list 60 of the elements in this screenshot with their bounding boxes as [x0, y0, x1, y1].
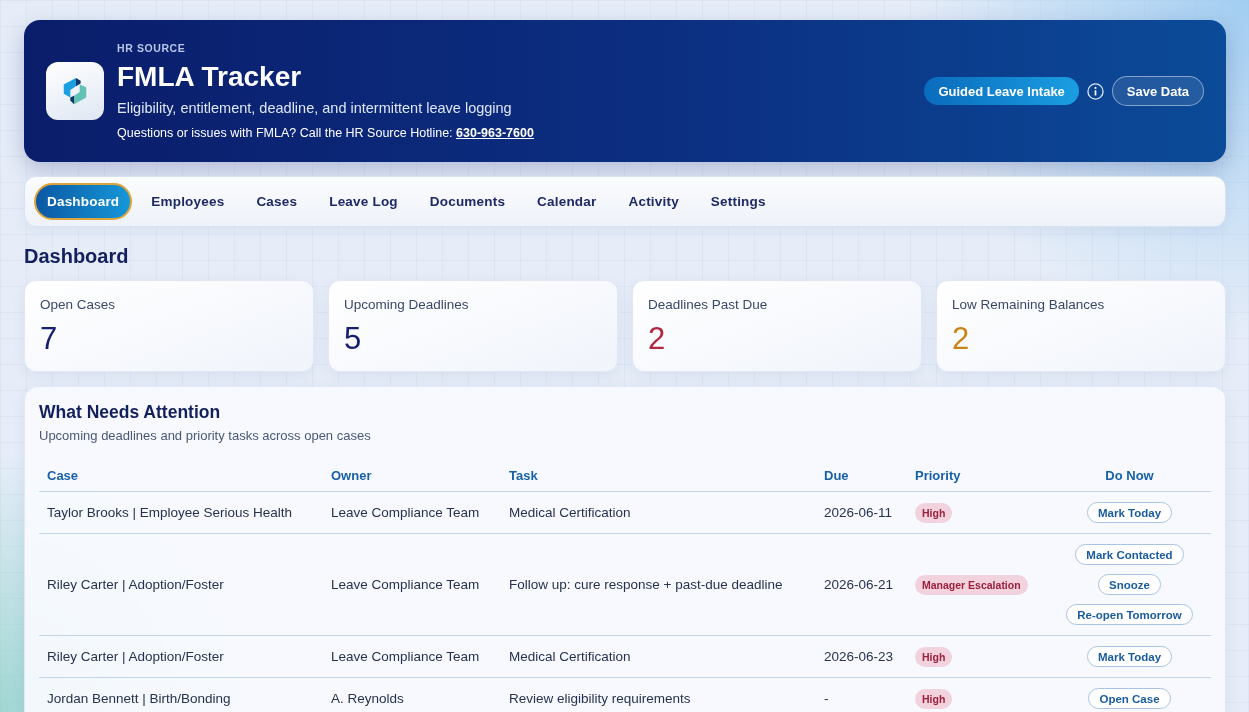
stat-label: Upcoming Deadlines	[344, 296, 470, 314]
column-header: Task	[509, 467, 538, 483]
stat-value: 2	[952, 321, 971, 357]
nav-tab[interactable]: Documents	[416, 183, 519, 220]
logo-icon	[46, 62, 104, 120]
table-cell: 2026-06-23	[824, 649, 894, 664]
nav-tab[interactable]: Calendar	[524, 183, 610, 220]
stat-label: Deadlines Past Due	[648, 296, 769, 314]
info-icon[interactable]	[1086, 82, 1104, 100]
table-cell: Taylor Brooks | Employee Serious Health	[47, 505, 293, 520]
save-button[interactable]: Save Data	[1111, 76, 1204, 106]
table-cell: Review eligibility requirements	[509, 691, 691, 706]
priority-badge: Manager Escalation	[915, 574, 1028, 595]
panel-title: What Needs Attention	[39, 401, 222, 423]
action-button[interactable]: Mark Today	[1086, 646, 1173, 667]
action-button[interactable]: Mark Contacted	[1075, 544, 1184, 565]
table-cell: Riley Carter | Adoption/Foster	[47, 649, 224, 664]
app-title: FMLA Tracker	[117, 59, 302, 94]
table-cell: Medical Certification	[509, 649, 631, 664]
nav-tab[interactable]: Cases	[243, 183, 311, 220]
column-header: Priority	[915, 467, 961, 483]
page-title: Dashboard	[24, 244, 130, 268]
table-cell: -	[824, 691, 829, 706]
action-button[interactable]: Open Case	[1088, 688, 1171, 709]
table-cell: Leave Compliance Team	[331, 577, 480, 592]
nav-tab[interactable]: Activity	[615, 183, 692, 220]
guided-intake-button[interactable]: Guided Leave Intake	[924, 77, 1079, 105]
table-cell: Leave Compliance Team	[331, 505, 480, 520]
nav-tab[interactable]: Dashboard	[34, 183, 133, 220]
column-header: Due	[824, 467, 849, 483]
table-cell: 2026-06-21	[824, 577, 894, 592]
stat-value: 7	[40, 321, 59, 357]
column-header: Do Now	[1105, 467, 1154, 483]
table-cell: Jordan Bennett | Birth/Bonding	[47, 691, 231, 706]
table-cell: Medical Certification	[509, 505, 631, 520]
hotline-text: Questions or issues with FMLA? Call the HR Source Hotline: 630-963-7600	[117, 124, 534, 142]
nav-tab[interactable]: Settings	[697, 183, 779, 220]
nav-tab[interactable]: Employees	[138, 183, 238, 220]
brand-eyebrow: HR SOURCE	[117, 40, 186, 55]
priority-badge: High	[915, 688, 953, 709]
panel-subtitle: Upcoming deadlines and priority tasks across open cases	[39, 427, 372, 445]
nav-tab[interactable]: Leave Log	[316, 183, 411, 220]
action-button[interactable]: Snooze	[1098, 574, 1161, 595]
table-cell: Riley Carter | Adoption/Foster	[47, 577, 224, 592]
action-button[interactable]: Re-open Tomorrow	[1066, 604, 1193, 625]
table-cell: Leave Compliance Team	[331, 649, 480, 664]
stat-value: 5	[344, 321, 363, 357]
stat-label: Open Cases	[40, 296, 117, 314]
table-cell: A. Reynolds	[331, 691, 404, 706]
priority-badge: High	[915, 502, 953, 523]
stat-value: 2	[648, 321, 667, 357]
action-button[interactable]: Mark Today	[1086, 502, 1173, 523]
column-header: Owner	[331, 467, 372, 483]
app-subtitle: Eligibility, entitlement, deadline, and intermittent leave logging	[117, 98, 512, 118]
priority-badge: High	[915, 646, 953, 667]
stat-label: Low Remaining Balances	[952, 296, 1106, 314]
table-cell: 2026-06-11	[824, 505, 893, 520]
table-cell: Follow up: cure response + past-due deadline	[509, 577, 783, 592]
hotline-link[interactable]: 630-963-7600	[456, 125, 534, 140]
column-header: Case	[47, 467, 79, 483]
